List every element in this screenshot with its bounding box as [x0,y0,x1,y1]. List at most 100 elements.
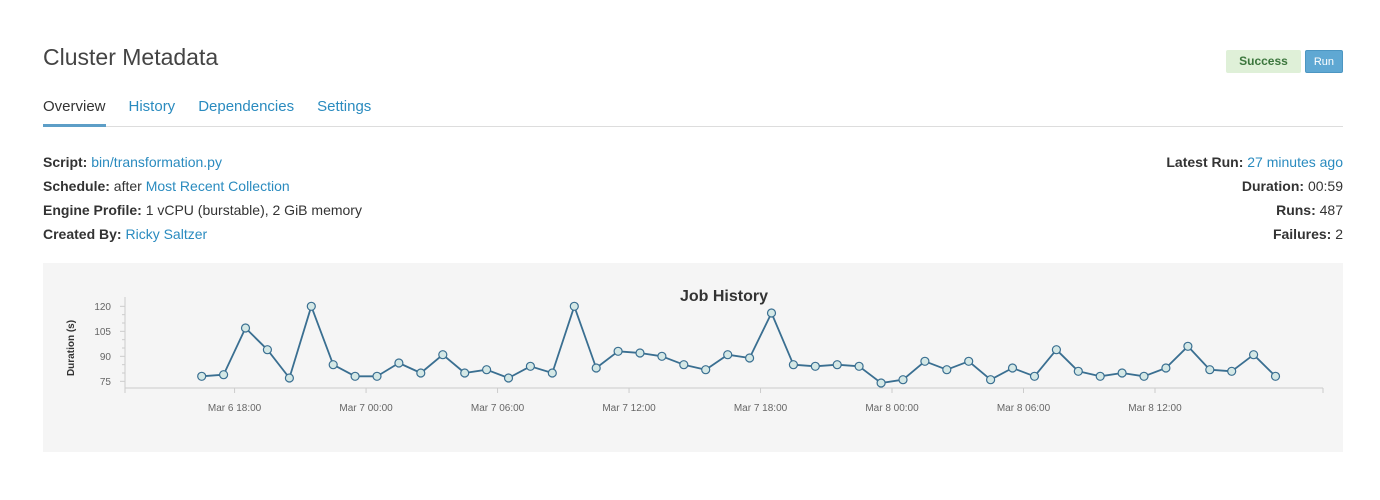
data-point [197,371,207,381]
tab-bar: Overview History Dependencies Settings [43,96,1343,127]
schedule-prefix: after [113,178,142,194]
engine-row: Engine Profile: 1 vCPU (burstable), 2 Gi… [43,198,362,222]
y-tick-label: 90 [100,352,112,363]
data-point [1117,368,1127,378]
data-point [284,373,294,383]
data-point [525,361,535,371]
y-axis-label: Duration (s) [66,320,77,376]
job-history-chart: Job History Duration (s) 75 90 105 120 Mar 6… [43,263,1343,452]
x-tick-label: Mar 7 12:00 [602,403,656,414]
page-title: Cluster Metadata [43,44,219,70]
data-point [876,378,886,388]
data-point [240,323,251,333]
data-point [723,350,733,360]
failures-row: Failures: 2 [1166,222,1343,246]
x-tick-label: Mar 8 00:00 [865,403,919,414]
script-label: Script: [43,154,88,170]
engine-label: Engine Profile: [43,202,142,218]
data-point [1205,365,1215,375]
data-point [942,365,952,375]
job-details: Script: bin/transformation.py Schedule: … [43,150,362,246]
data-point [1095,371,1105,381]
data-point [350,371,360,381]
latest-run-row: Latest Run: 27 minutes ago [1166,150,1343,174]
schedule-row: Schedule: after Most Recent Collection [43,174,362,198]
data-point [810,361,820,371]
duration-row: Duration: 00:59 [1166,174,1343,198]
failures-value: 2 [1335,226,1343,242]
data-point [328,360,338,370]
data-point [1270,371,1281,381]
x-tick-label: Mar 6 18:00 [208,403,262,414]
runs-label: Runs: [1276,202,1316,218]
runs-value: 487 [1319,202,1343,218]
data-point [657,351,667,361]
data-point [613,346,623,356]
x-tick-label: Mar 7 06:00 [471,403,525,414]
tab-overview[interactable]: Overview [43,96,106,127]
data-point [1073,366,1083,376]
x-tick-label: Mar 8 12:00 [1128,403,1182,414]
run-stats: Latest Run: 27 minutes ago Duration: 00:… [1166,150,1343,246]
data-point [262,345,272,355]
created-row: Created By: Ricky Saltzer [43,222,362,246]
engine-value: 1 vCPU (burstable), 2 GiB memory [145,202,362,218]
data-point [832,360,842,370]
created-label: Created By: [43,226,122,242]
data-point [635,348,645,358]
data-point [1227,366,1237,376]
data-point [438,350,448,360]
data-point [898,375,908,385]
y-tick-label: 105 [94,327,111,338]
x-tick-label: Mar 8 06:00 [997,403,1051,414]
x-tick-label: Mar 7 18:00 [734,403,788,414]
data-point [219,370,229,380]
header-badges: Success Run [1226,50,1343,73]
data-point [679,360,689,370]
series-line [201,305,1277,384]
schedule-link[interactable]: Most Recent Collection [146,178,290,194]
data-point [985,375,996,385]
latest-run-link[interactable]: 27 minutes ago [1247,154,1343,170]
tab-settings[interactable]: Settings [317,96,371,127]
x-tick-label: Mar 7 00:00 [339,403,393,414]
data-point [503,373,514,383]
data-point [569,301,579,311]
data-point [1051,345,1062,355]
data-point [591,363,601,373]
script-link[interactable]: bin/transformation.py [91,154,222,170]
data-point [920,356,930,366]
chart-title: Job History [680,288,768,305]
failures-label: Failures: [1272,226,1332,242]
data-point [701,365,711,375]
data-point [372,371,382,381]
duration-label: Duration: [1241,178,1305,194]
data-point [1161,363,1171,373]
status-badge: Success [1226,50,1301,73]
data-point [547,368,557,378]
data-point [964,356,974,366]
script-row: Script: bin/transformation.py [43,150,362,174]
tab-dependencies[interactable]: Dependencies [198,96,294,127]
data-point [766,308,777,318]
data-point [744,353,755,363]
runs-row: Runs: 487 [1166,198,1343,222]
data-point [788,360,799,370]
y-tick-label: 75 [100,377,112,388]
y-tick-label: 120 [94,302,111,313]
data-point [854,361,864,371]
chart-layer: 75 90 105 120 Mar 6 18:00 Mar 7 00:00 Mar 7 06… [94,297,1324,414]
data-point [394,358,404,368]
data-point [460,368,470,378]
tab-history[interactable]: History [129,96,176,127]
data-point [482,365,492,375]
run-button[interactable]: Run [1304,50,1343,73]
data-point [306,301,316,311]
data-point [1248,350,1259,360]
job-history-svg: Job History Duration (s) 75 90 105 120 Mar 6… [66,288,1324,414]
data-point [416,368,426,378]
created-by-link[interactable]: Ricky Saltzer [125,226,207,242]
latest-run-label: Latest Run: [1166,154,1244,170]
data-point [1183,341,1193,351]
schedule-label: Schedule: [43,178,110,194]
